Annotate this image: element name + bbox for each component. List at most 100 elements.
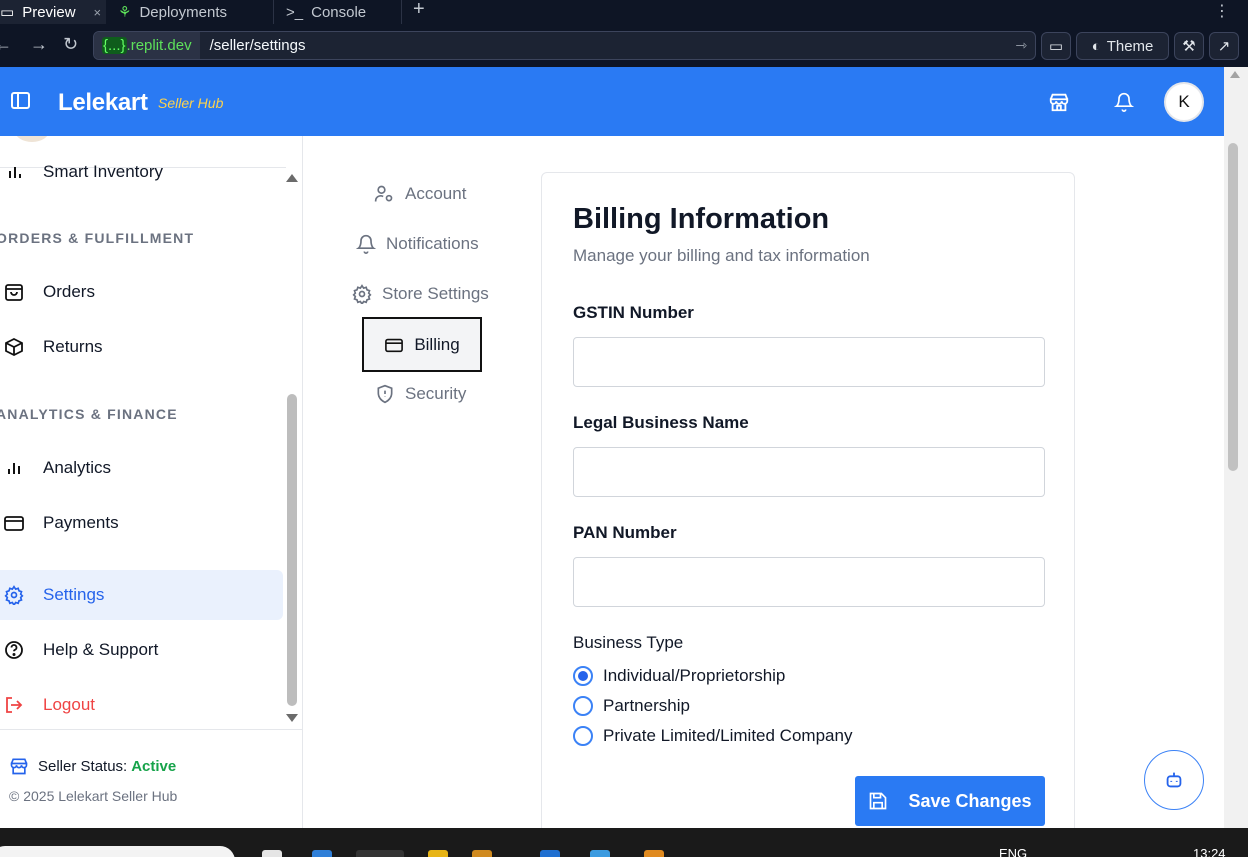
settings-tab-label: Notifications xyxy=(386,234,479,253)
taskbar-search[interactable] xyxy=(0,846,235,857)
forward-icon[interactable]: → xyxy=(30,34,48,55)
credit-card-icon xyxy=(385,338,404,352)
radio-label: Individual/Proprietorship xyxy=(603,666,786,685)
sidebar-item-returns[interactable]: Returns xyxy=(0,322,283,372)
sidebar-item-analytics[interactable]: Analytics xyxy=(0,443,283,493)
radio-button[interactable] xyxy=(573,696,593,716)
explorer-icon[interactable] xyxy=(262,850,282,857)
sidebar-scrollbar[interactable] xyxy=(286,170,300,730)
card-title: Billing Information xyxy=(573,203,830,235)
save-label: Save Changes xyxy=(908,790,1032,811)
app-icon[interactable] xyxy=(428,850,448,857)
settings-tab-label: Security xyxy=(405,384,467,403)
settings-tab-notifications[interactable]: Notifications xyxy=(356,234,479,254)
language-indicator[interactable]: ENG xyxy=(999,846,1027,857)
settings-tab-billing[interactable]: Billing xyxy=(362,317,482,372)
app-icon[interactable] xyxy=(644,850,664,857)
settings-tab-account[interactable]: Account xyxy=(373,184,466,204)
domain-badge: {...} xyxy=(102,37,127,54)
domain-text: .replit.dev xyxy=(126,37,192,54)
user-gear-icon xyxy=(374,185,393,202)
reload-icon[interactable]: ↻ xyxy=(63,34,78,55)
more-vert-icon[interactable]: ⋮ xyxy=(1214,1,1230,21)
close-icon[interactable]: × xyxy=(94,5,102,20)
seller-status: Seller Status: Active xyxy=(8,756,176,776)
credit-card-icon xyxy=(4,516,24,531)
address-bar[interactable]: {...} .replit.dev /seller/settings ⇾ xyxy=(93,31,1036,60)
monitor-icon: ▭ xyxy=(1048,38,1064,55)
radio-button[interactable] xyxy=(573,666,593,686)
section-title-orders: ORDERS & FULFILLMENT xyxy=(0,230,195,246)
browser-tabbar: ▭ Preview × ⚘ Deployments >_ Console + ⋮ xyxy=(0,0,1248,24)
settings-tab-label: Account xyxy=(405,184,467,203)
theme-button[interactable]: ◐ Theme xyxy=(1076,32,1169,60)
user-avatar[interactable]: K xyxy=(1164,82,1204,122)
settings-tab-store-settings[interactable]: Store Settings xyxy=(352,284,489,304)
scroll-thumb[interactable] xyxy=(1228,143,1238,471)
status-value: Active xyxy=(131,757,177,775)
store-icon xyxy=(10,758,28,775)
scroll-down-arrow[interactable] xyxy=(286,714,298,722)
open-external-button[interactable]: ↗ xyxy=(1209,32,1239,60)
tab-console[interactable]: >_ Console xyxy=(274,0,402,24)
sidebar-item-label: Settings xyxy=(43,585,105,604)
tab-label: Preview xyxy=(22,3,76,21)
radio-button[interactable] xyxy=(573,726,593,746)
sidebar-item-label: Orders xyxy=(43,282,95,301)
new-tab-button[interactable]: + xyxy=(413,0,425,21)
bot-icon xyxy=(1166,772,1182,788)
shopping-bag-icon xyxy=(5,284,23,301)
save-icon xyxy=(870,792,887,810)
back-icon[interactable]: ← xyxy=(0,34,12,55)
page-scrollbar[interactable] xyxy=(1224,67,1248,828)
tools-button[interactable]: ⚒ xyxy=(1174,32,1204,60)
sidebar-item-label: Smart Inventory xyxy=(43,162,163,181)
sidebar-item-smart-inventory[interactable]: Smart Inventory xyxy=(0,147,283,197)
devices-button[interactable]: ▭ xyxy=(1041,32,1071,60)
card-description: Manage your billing and tax information xyxy=(573,246,870,265)
gstin-label: GSTIN Number xyxy=(573,303,694,322)
bell-icon[interactable] xyxy=(1114,91,1134,113)
sidebar-toggle-icon[interactable] xyxy=(11,92,30,109)
status-label: Seller Status: xyxy=(38,757,128,775)
settings-tab-security[interactable]: Security xyxy=(375,384,466,404)
chrome-icon[interactable] xyxy=(356,850,404,857)
theme-label: Theme xyxy=(1106,37,1154,55)
sidebar-item-logout[interactable]: Logout xyxy=(0,680,283,730)
bar-chart-icon xyxy=(9,167,21,178)
app-icon[interactable] xyxy=(472,850,492,857)
go-icon[interactable]: ⇾ xyxy=(1015,37,1027,54)
url-domain: {...} .replit.dev xyxy=(94,32,200,59)
sidebar-item-settings[interactable]: Settings xyxy=(0,570,283,620)
app-icon[interactable] xyxy=(590,850,610,857)
sidebar-item-label: Returns xyxy=(43,337,103,356)
save-changes-button[interactable]: Save Changes xyxy=(855,776,1045,826)
scroll-up-arrow[interactable] xyxy=(1230,71,1240,78)
store-icon[interactable] xyxy=(1048,91,1070,113)
gstin-input[interactable] xyxy=(573,337,1045,387)
scroll-thumb[interactable] xyxy=(287,394,297,706)
app-icon[interactable] xyxy=(540,850,560,857)
sidebar-item-orders[interactable]: Orders xyxy=(0,267,283,317)
tab-preview[interactable]: ▭ Preview × xyxy=(0,0,106,24)
help-circle-icon xyxy=(5,641,23,659)
sidebar-item-payments[interactable]: Payments xyxy=(0,498,283,548)
chat-assistant-button[interactable] xyxy=(1144,750,1204,810)
sidebar-item-label: Logout xyxy=(43,695,95,714)
os-taskbar: ENG 13:24 xyxy=(0,828,1248,857)
scroll-up-arrow[interactable] xyxy=(286,174,298,182)
tab-label: Console xyxy=(311,3,367,21)
radio-option-individual[interactable]: Individual/Proprietorship xyxy=(573,666,785,686)
tab-deployments[interactable]: ⚘ Deployments xyxy=(106,0,274,24)
sidebar-item-help[interactable]: Help & Support xyxy=(0,625,283,675)
radio-option-partnership[interactable]: Partnership xyxy=(573,696,690,716)
preview-icon: ▭ xyxy=(0,4,15,21)
brand-name[interactable]: Lelekart xyxy=(58,89,148,117)
pan-input[interactable] xyxy=(573,557,1045,607)
app-icon[interactable] xyxy=(312,850,332,857)
legal-name-input[interactable] xyxy=(573,447,1045,497)
clock[interactable]: 13:24 xyxy=(1193,846,1226,857)
app-header: Lelekart Seller Hub K xyxy=(0,67,1224,136)
sidebar-item-label: Payments xyxy=(43,513,119,532)
radio-option-private-limited[interactable]: Private Limited/Limited Company xyxy=(573,726,852,746)
